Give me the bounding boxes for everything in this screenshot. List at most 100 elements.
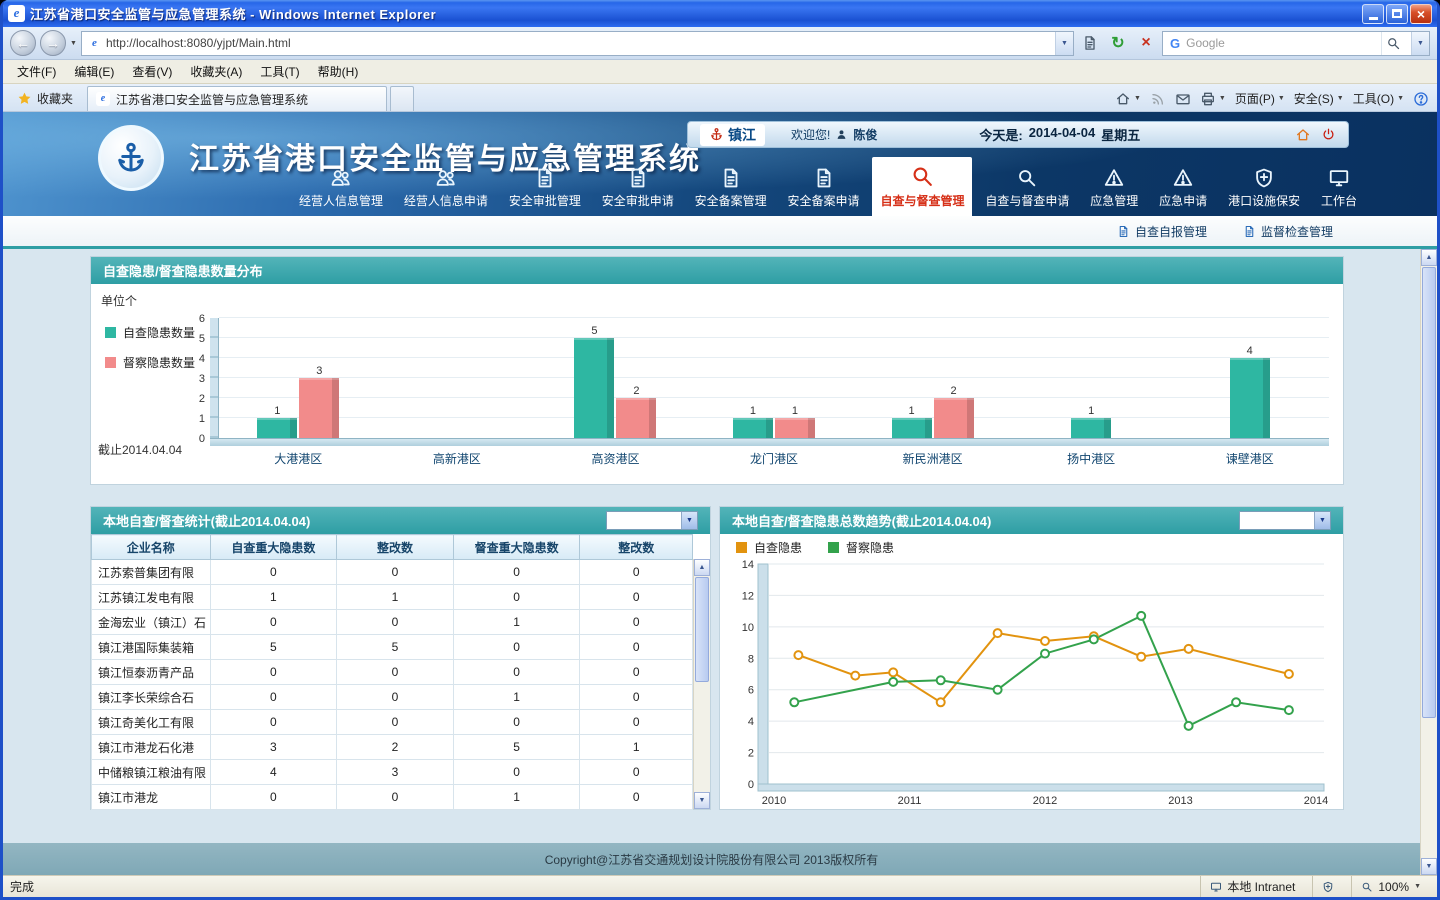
table-row-0[interactable]: 江苏索普集团有限0000 [92,560,693,585]
date-display: 今天是: 2014-04-04 星期五 [979,125,1140,144]
subnav-item-0[interactable]: 自查自报管理 [1117,223,1207,240]
browser-tab[interactable]: e 江苏省港口安全监管与应急管理系统 [87,86,387,111]
close-button[interactable]: × [1410,4,1432,24]
cell-0-1: 0 [210,560,337,585]
cell-2-3: 1 [453,610,580,635]
menu-item-1[interactable]: 编辑(E) [65,60,123,83]
trend-filter-select[interactable]: ▼ [1239,511,1331,530]
table-row-5[interactable]: 镇江李长荣综合石0010 [92,685,693,710]
status-text: 完成 [10,878,34,895]
cell-7-0: 镇江市港龙石化港 [92,735,211,760]
nav-item-8[interactable]: 应急管理 [1082,162,1146,216]
bar-categories: 大港港区高新港区高资港区龙门港区新民洲港区扬中港区谏壁港区 [219,450,1329,466]
bar-ytick-5: 5 [183,333,205,345]
nav-item-3[interactable]: 安全审批申请 [594,162,682,216]
svg-text:2013: 2013 [1168,795,1192,807]
table-row-6[interactable]: 镇江奇美化工有限0000 [92,710,693,735]
nav-label: 经营人信息申请 [404,192,488,209]
address-bar: ← → ▼ e ▼ ↻ × G ▼ [3,27,1437,60]
address-input[interactable] [106,36,1051,50]
user-name: 陈俊 [853,126,877,143]
feed-icon[interactable] [1150,91,1166,107]
tools-menu-button[interactable]: 工具(O)▼ [1353,90,1404,107]
print-button[interactable]: ▼ [1200,91,1226,107]
table-scroll-thumb[interactable] [695,577,709,682]
safety-menu-button[interactable]: 安全(S)▼ [1294,90,1344,107]
home-button[interactable]: ▼ [1115,91,1141,107]
stats-filter-select[interactable]: ▼ [606,511,698,530]
address-field[interactable]: e ▼ [81,31,1074,56]
table-row-4[interactable]: 镇江恒泰沥青产品0000 [92,660,693,685]
forward-button[interactable]: → [40,30,66,56]
menu-item-5[interactable]: 帮助(H) [309,60,368,83]
nav-item-11[interactable]: 工作台 [1313,162,1365,216]
subnav-item-1[interactable]: 监督检查管理 [1243,223,1333,240]
menu-item-0[interactable]: 文件(F) [8,60,65,83]
bar-chart: 单位个 自查隐患数量督察隐患数量 截止2014.04.04 0123456 13… [91,284,1343,484]
favorites-button[interactable]: 收藏夹 [11,86,79,111]
table-scrollbar[interactable]: ▲ ▼ [693,559,710,809]
cell-7-2: 2 [337,735,454,760]
nav-item-9[interactable]: 应急申请 [1151,162,1215,216]
compatibility-view-icon[interactable] [1078,31,1102,55]
users-icon [435,167,457,189]
page-scroll-down-icon[interactable]: ▼ [1421,858,1437,875]
refresh-button[interactable]: ↻ [1106,31,1130,55]
bar-value-label: 1 [909,405,915,418]
maximize-button[interactable] [1386,4,1408,24]
menu-bar: 文件(F)编辑(E)查看(V)收藏夹(A)工具(T)帮助(H) [3,60,1437,84]
search-box[interactable]: G ▼ [1162,31,1430,56]
cell-1-0: 江苏镇江发电有限 [92,585,211,610]
zoom-control[interactable]: 100% ▼ [1351,876,1430,897]
nav-item-0[interactable]: 经营人信息管理 [291,162,391,216]
nav-item-1[interactable]: 经营人信息申请 [396,162,496,216]
city-chip[interactable]: 镇江 [700,124,765,146]
page-menu-button[interactable]: 页面(P)▼ [1235,90,1285,107]
table-row-1[interactable]: 江苏镇江发电有限1100 [92,585,693,610]
search-button[interactable] [1381,32,1405,55]
menu-item-2[interactable]: 查看(V) [123,60,181,83]
page-scroll-thumb[interactable] [1422,267,1436,718]
cell-5-3: 1 [453,685,580,710]
welcome-label: 欢迎您! [791,126,830,143]
bar-yaxis-wall [210,318,219,438]
page-scroll-up-icon[interactable]: ▲ [1421,249,1437,266]
back-button[interactable]: ← [10,30,36,56]
title-bar: e 江苏省港口安全监管与应急管理系统 - Windows Internet Ex… [3,0,1437,27]
cell-6-4: 0 [580,710,693,735]
menu-item-3[interactable]: 收藏夹(A) [181,60,251,83]
minimize-button[interactable] [1362,4,1384,24]
table-scroll-up-icon[interactable]: ▲ [694,559,710,576]
dropdown-arrow-icon[interactable]: ▼ [1314,512,1330,529]
page-scrollbar[interactable]: ▲ ▼ [1420,249,1437,875]
dropdown-arrow-icon[interactable]: ▼ [681,512,697,529]
nav-label: 经营人信息管理 [299,192,383,209]
bar-supervise-0: 3 [298,365,340,438]
menu-item-4[interactable]: 工具(T) [251,60,308,83]
stop-button[interactable]: × [1134,31,1158,55]
table-scroll-down-icon[interactable]: ▼ [694,792,710,809]
help-icon[interactable] [1413,91,1429,107]
mail-icon[interactable] [1175,91,1191,107]
nav-item-10[interactable]: 港口设施保安 [1220,162,1308,216]
search-input[interactable] [1186,36,1375,50]
cell-7-4: 1 [580,735,693,760]
address-dropdown-icon[interactable]: ▼ [1055,32,1073,55]
table-row-9[interactable]: 镇江市港龙0010 [92,785,693,810]
search-dropdown-icon[interactable]: ▼ [1411,32,1429,55]
nav-item-4[interactable]: 安全备案管理 [687,162,775,216]
portal-home-icon[interactable] [1295,127,1311,143]
intranet-icon [1210,881,1222,893]
table-row-2[interactable]: 金海宏业（镇江）石0010 [92,610,693,635]
bar-value-label: 2 [951,385,957,398]
table-row-7[interactable]: 镇江市港龙石化港3251 [92,735,693,760]
table-row-3[interactable]: 镇江港国际集装箱5500 [92,635,693,660]
nav-item-6[interactable]: 自查与督查管理 [872,157,972,216]
nav-item-2[interactable]: 安全审批管理 [501,162,589,216]
history-dropdown-icon[interactable]: ▼ [70,40,77,47]
table-row-8[interactable]: 中储粮镇江粮油有限4300 [92,760,693,785]
new-tab-button[interactable] [390,86,414,111]
nav-item-5[interactable]: 安全备案申请 [780,162,868,216]
logout-icon[interactable] [1321,127,1336,142]
nav-item-7[interactable]: 自查与督查申请 [977,162,1077,216]
